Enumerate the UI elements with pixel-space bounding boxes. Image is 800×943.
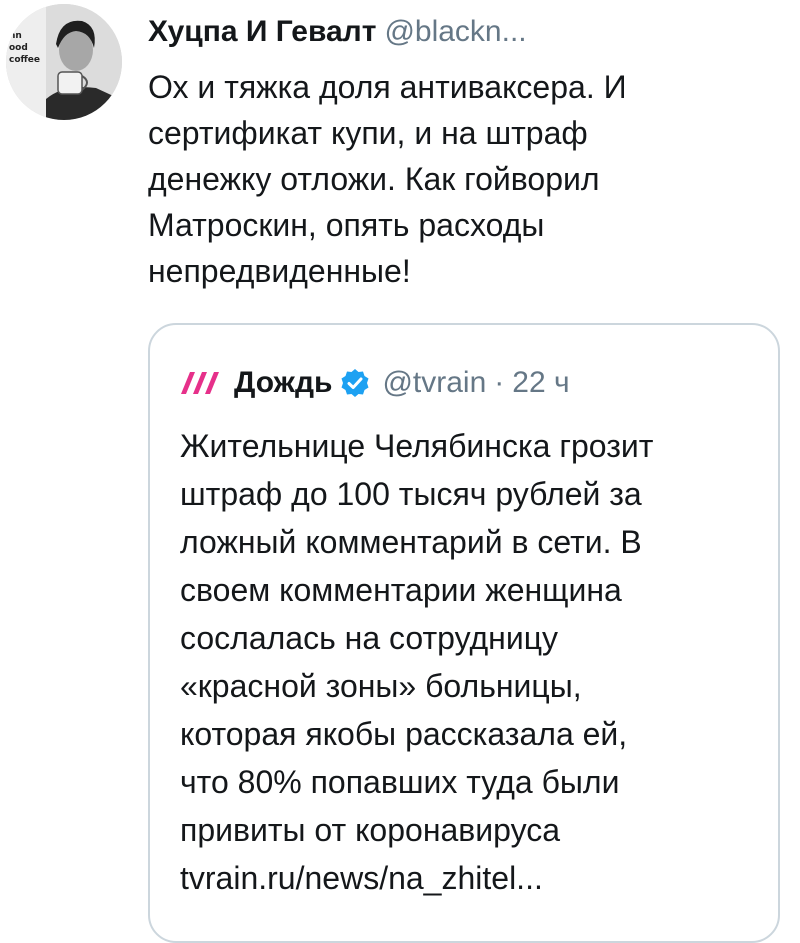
verified-badge-icon bbox=[341, 369, 369, 397]
quoted-tweet-header: Дождь @tvrain · 22 ч bbox=[180, 363, 570, 403]
header-separator: · bbox=[494, 366, 505, 399]
quoted-text-line: ложный комментарий в сети. В bbox=[180, 524, 642, 560]
quoted-text-line: сослалась на сотрудницу bbox=[180, 620, 559, 656]
quoted-text-line: «красной зоны» больницы, bbox=[180, 668, 582, 704]
tweet-text: Ох и тяжка доля антиваксера. И сертифика… bbox=[148, 64, 768, 294]
quoted-author-handle[interactable]: @tvrain bbox=[382, 366, 486, 400]
quoted-text-line: своем комментарии женщина bbox=[180, 572, 622, 608]
quoted-link[interactable]: tvrain.ru/news/na_zhitel... bbox=[180, 854, 760, 902]
quoted-text-line: привиты от коронавируса bbox=[180, 812, 561, 848]
tweet-header: Хуцпа И Гевалт @blackn... bbox=[148, 12, 527, 52]
tweet-text-line: сертификат купи, и на штраф bbox=[148, 115, 588, 151]
tweet-text-line: Матроскин, опять расходы bbox=[148, 207, 545, 243]
quoted-tweet-text: Жительнице Челябинска грозит штраф до 10… bbox=[180, 422, 760, 902]
quoted-text-line: штраф до 100 тысяч рублей за bbox=[180, 476, 642, 512]
tweet-text-line: непредвиденные! bbox=[148, 253, 411, 289]
quoted-author-name[interactable]: Дождь bbox=[234, 366, 332, 400]
tvrain-logo-icon bbox=[181, 372, 219, 394]
avatar-text-3: coffee bbox=[9, 55, 40, 65]
tweet-text-line: Ох и тяжка доля антиваксера. И bbox=[148, 69, 627, 105]
quoted-text-line: что 80% попавших туда были bbox=[180, 764, 620, 800]
author-avatar[interactable]: nn ood coffee bbox=[6, 4, 122, 120]
quoted-tweet-card[interactable]: Дождь @tvrain · 22 ч Жительнице Челябинс… bbox=[148, 323, 780, 943]
quoted-text-line: которая якобы рассказала ей, bbox=[180, 716, 628, 752]
tweet-text-line: денежку отложи. Как гойворил bbox=[148, 161, 600, 197]
quoted-tweet-time[interactable]: 22 ч bbox=[512, 366, 569, 400]
avatar-text-2: ood bbox=[9, 43, 28, 53]
author-handle[interactable]: @blackn... bbox=[384, 15, 526, 48]
avatar-text-1: nn bbox=[9, 31, 22, 41]
author-name[interactable]: Хуцпа И Гевалт bbox=[148, 15, 376, 48]
quoted-text-line: Жительнице Челябинска грозит bbox=[180, 428, 654, 464]
